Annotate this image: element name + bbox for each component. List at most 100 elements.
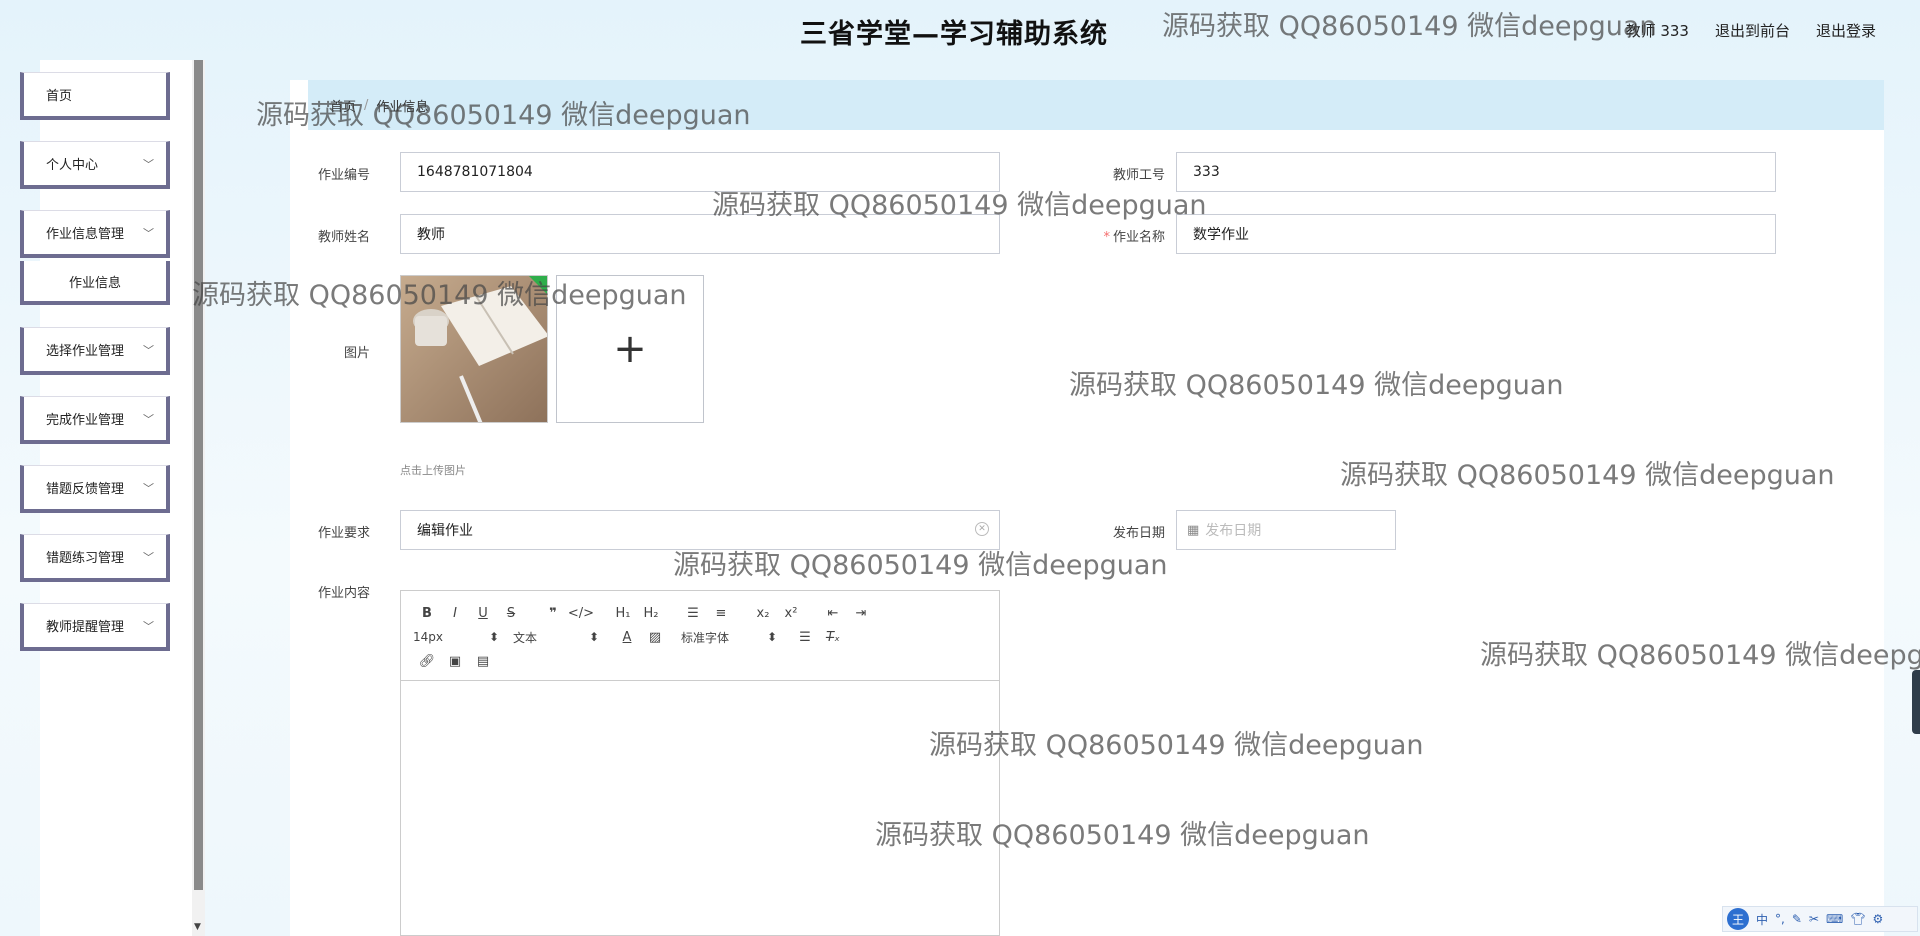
breadcrumb-separator: / — [364, 97, 369, 113]
teacher-no-label: 教师工号 — [1112, 168, 1165, 183]
indent-icon[interactable]: ⇥ — [847, 606, 875, 621]
uploaded-image-thumbnail[interactable] — [400, 275, 548, 423]
background-color-icon[interactable]: ▨ — [641, 630, 669, 645]
chevron-down-icon: ﹀ — [143, 551, 154, 564]
scissors-icon[interactable]: ✂ — [1809, 912, 1819, 926]
underline-icon[interactable]: U — [469, 606, 497, 621]
calendar-icon: ▦ — [1187, 522, 1200, 538]
top-header: 三省学堂—学习辅助系统 教师 333 退出到前台 退出登录 — [0, 0, 1920, 60]
ime-lang[interactable]: 中 — [1756, 911, 1768, 928]
requirement-label: 作业要求 — [317, 526, 370, 541]
heading2-icon[interactable]: H₂ — [637, 606, 665, 621]
align-icon[interactable]: ☰ — [791, 630, 819, 645]
sidebar-item-completed-homework[interactable]: 完成作业管理 ﹀ — [20, 396, 170, 444]
front-page-link[interactable]: 退出到前台 — [1715, 20, 1790, 41]
sidebar-subitem-homework-info[interactable]: 作业信息 — [20, 261, 170, 305]
plus-icon: + — [613, 326, 647, 372]
homework-name-value: 数学作业 — [1193, 227, 1249, 243]
sidebar-item-label: 作业信息 — [68, 275, 121, 291]
sidebar-menu: 首页 个人中心 ﹀ 作业信息管理 ﹀ 作业信息 选择作业管理 ﹀ 完成作业管理 … — [20, 72, 170, 672]
bullet-list-icon[interactable]: ≡ — [707, 606, 735, 621]
settings-gear-icon[interactable]: ⚙ — [1873, 912, 1884, 926]
font-color-icon[interactable]: A — [613, 630, 641, 645]
heading1-icon[interactable]: H₁ — [609, 606, 637, 621]
requirement-value: 编辑作业 — [417, 523, 473, 539]
scrollbar-thumb[interactable] — [194, 60, 203, 890]
ordered-list-icon[interactable]: ☰ — [679, 606, 707, 621]
select-arrows-icon: ⬍ — [588, 630, 599, 644]
sidebar-item-label: 作业信息管理 — [46, 227, 125, 242]
scroll-down-arrow-icon[interactable]: ▼ — [194, 922, 201, 932]
punctuation-icon[interactable]: °, — [1775, 912, 1785, 926]
homework-name-field[interactable]: 数学作业 — [1176, 214, 1776, 254]
sidebar-item-label: 首页 — [46, 89, 73, 104]
ime-toolbar[interactable]: 王 中 °, ✎ ✂ ⌨ 👕︎ ⚙ — [1722, 906, 1918, 932]
sidebar-item-select-homework[interactable]: 选择作业管理 ﹀ — [20, 327, 170, 375]
clear-icon[interactable]: ✕ — [975, 522, 989, 536]
sidebar-scrollbar[interactable]: ▼ — [192, 60, 205, 936]
publish-date-placeholder: 发布日期 — [1205, 523, 1262, 539]
ime-logo-icon[interactable]: 王 — [1727, 908, 1749, 930]
app-title: 三省学堂—学习辅助系统 — [800, 19, 1108, 50]
homework-no-field[interactable]: 1648781071804 — [400, 152, 1000, 192]
superscript-icon[interactable]: x² — [777, 606, 805, 621]
sidebar-item-label: 完成作业管理 — [46, 413, 125, 428]
teacher-name-field[interactable]: 教师 — [400, 214, 1000, 254]
image-icon[interactable]: ▣ — [441, 654, 469, 669]
side-widget-handle[interactable] — [1912, 670, 1920, 734]
select-arrows-icon: ⬍ — [488, 630, 499, 644]
homework-name-label: * 作业名称 — [1103, 230, 1165, 245]
rich-text-editor[interactable]: B I U S ❞ </> H₁ H₂ ☰ ≡ x₂ x² ⇤ ⇥ 14px ⬍… — [400, 590, 1000, 936]
strikethrough-icon[interactable]: S — [497, 606, 525, 621]
publish-date-picker[interactable]: ▦ 发布日期 — [1176, 510, 1396, 550]
requirement-input[interactable]: 编辑作业 ✕ — [400, 510, 1000, 550]
editor-toolbar: B I U S ❞ </> H₁ H₂ ☰ ≡ x₂ x² ⇤ ⇥ 14px ⬍… — [401, 591, 999, 681]
sidebar-item-label: 个人中心 — [46, 158, 99, 173]
font-family-select[interactable]: 标准字体 ⬍ — [681, 629, 777, 646]
chevron-down-icon: ﹀ — [143, 227, 154, 240]
font-size-select[interactable]: 14px ⬍ — [413, 630, 499, 644]
upload-hint: 点击上传图片 — [400, 464, 466, 477]
clear-format-icon[interactable]: T̶ₓ — [819, 630, 847, 645]
sidebar-item-error-feedback[interactable]: 错题反馈管理 ﹀ — [20, 465, 170, 513]
pen-icon[interactable]: ✎ — [1792, 912, 1802, 926]
link-icon[interactable]: 🔗︎ — [413, 654, 441, 669]
video-icon[interactable]: ▤ — [469, 654, 497, 669]
chevron-down-icon: ﹀ — [143, 413, 154, 426]
sidebar-item-label: 错题反馈管理 — [46, 482, 125, 497]
current-user-label: 教师 333 — [1625, 22, 1689, 40]
breadcrumb-current: 作业信息 — [376, 99, 429, 115]
breadcrumb-home[interactable]: 首页 — [330, 96, 356, 115]
chevron-down-icon: ﹀ — [143, 482, 154, 495]
chevron-down-icon: ﹀ — [143, 620, 154, 633]
main-content: 首页 / 作业信息 作业编号 1648781071804 教师工号 333 教师… — [290, 80, 1884, 936]
content-label: 作业内容 — [317, 586, 370, 601]
teacher-name-label: 教师姓名 — [317, 230, 370, 245]
homework-no-label: 作业编号 — [317, 168, 370, 183]
required-asterisk: * — [1103, 230, 1110, 245]
sidebar-item-teacher-reminder[interactable]: 教师提醒管理 ﹀ — [20, 603, 170, 651]
sidebar-item-homework-management[interactable]: 作业信息管理 ﹀ — [20, 210, 170, 258]
text-style-select[interactable]: 文本 ⬍ — [513, 629, 599, 646]
sidebar-item-home[interactable]: 首页 — [20, 72, 170, 120]
keyboard-icon[interactable]: ⌨ — [1826, 912, 1843, 926]
code-block-icon[interactable]: </> — [567, 606, 595, 621]
header-links: 教师 333 退出到前台 退出登录 — [1626, 20, 1876, 41]
sidebar-item-error-practice[interactable]: 错题练习管理 ﹀ — [20, 534, 170, 582]
logout-link[interactable]: 退出登录 — [1816, 20, 1876, 41]
outdent-icon[interactable]: ⇤ — [819, 606, 847, 621]
select-arrows-icon: ⬍ — [766, 630, 777, 644]
subscript-icon[interactable]: x₂ — [749, 606, 777, 621]
sidebar-item-personal-center[interactable]: 个人中心 ﹀ — [20, 141, 170, 189]
editor-content-area[interactable] — [401, 681, 999, 935]
bold-icon[interactable]: B — [413, 606, 441, 621]
sidebar: 首页 个人中心 ﹀ 作业信息管理 ﹀ 作业信息 选择作业管理 ﹀ 完成作业管理 … — [0, 60, 205, 936]
teacher-no-value: 333 — [1193, 164, 1220, 180]
blockquote-icon[interactable]: ❞ — [539, 606, 567, 621]
upload-add-button[interactable]: + — [556, 275, 704, 423]
italic-icon[interactable]: I — [441, 606, 469, 621]
publish-date-label: 发布日期 — [1112, 526, 1165, 541]
chevron-down-icon: ﹀ — [143, 344, 154, 357]
teacher-no-field[interactable]: 333 — [1176, 152, 1776, 192]
skin-icon[interactable]: 👕︎ — [1850, 912, 1865, 926]
